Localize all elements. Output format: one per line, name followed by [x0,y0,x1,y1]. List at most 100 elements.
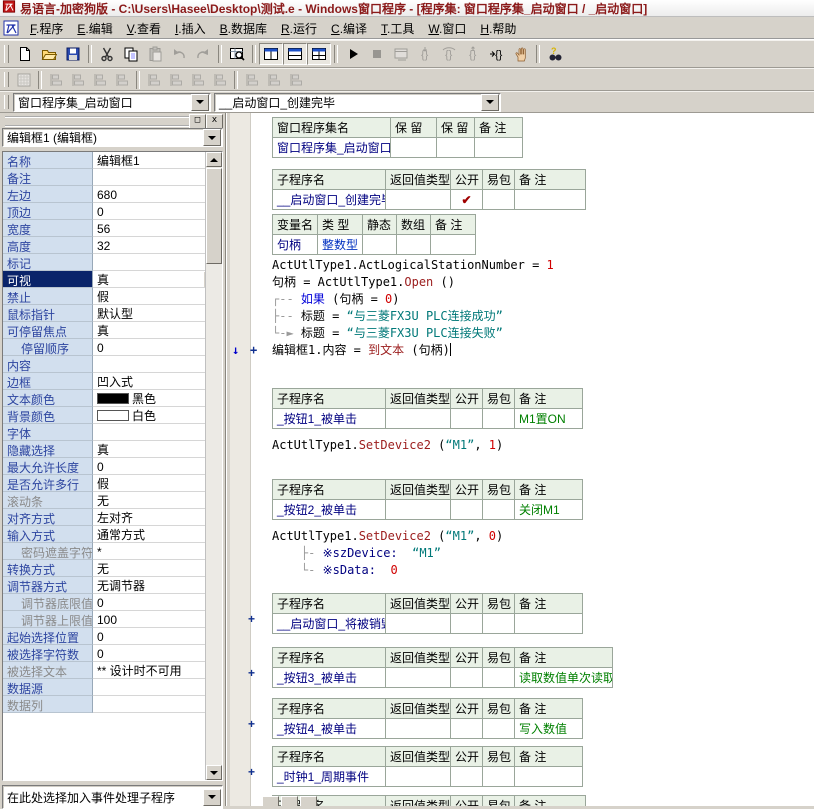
code-line[interactable]: ↓+编辑框1.内容 = 到文本 (句柄) [272,342,814,359]
table-row[interactable]: _时钟1_周期事件 [273,767,583,787]
table-cell[interactable] [386,190,451,210]
property-value[interactable]: 32 [93,237,222,254]
code-line[interactable]: ActUtlType1.ActLogicalStationNumber = 1 [272,257,814,274]
method-combo-dropdown[interactable] [481,94,499,111]
menu-item-w[interactable]: W.窗口 [421,17,473,40]
table-cell[interactable] [451,409,483,429]
table-cell[interactable] [451,719,483,739]
table-cell[interactable] [483,190,515,210]
property-value[interactable]: 0 [93,628,222,645]
code-line[interactable]: ├-- 标题 = “与三菱FX3U PLC连接成功” [272,308,814,325]
hscroll-thumb[interactable] [300,796,317,806]
fold-expand-mark[interactable]: + [250,342,257,359]
assembly-combo-dropdown[interactable] [191,94,209,111]
hscroll-right-button[interactable] [281,796,298,806]
fold-expand-mark[interactable]: + [248,612,255,626]
property-value[interactable]: 0 [93,203,222,220]
property-value[interactable]: 假 [93,475,222,492]
property-value[interactable]: 凹入式 [93,373,222,390]
table-cell[interactable]: _按钮3_被单击 [273,668,386,688]
layout-split-h-icon[interactable] [259,43,283,65]
property-value[interactable]: ** 设计时不可用 [93,662,222,679]
menu-item-b[interactable]: B.数据库 [213,17,274,40]
pause-hand-icon[interactable] [509,43,533,65]
table-cell[interactable] [431,235,476,255]
table-cell[interactable] [483,668,515,688]
table-cell[interactable] [483,614,515,634]
code-line[interactable]: ActUtlType1.SetDevice2 (“M1”, 1) [272,437,814,454]
sub-table-clock1[interactable]: +子程序名返回值类型公开易包备 注_时钟1_周期事件 [272,746,814,787]
toolbar-grip[interactable] [4,95,9,109]
table-row[interactable]: _按钮4_被单击写入数值 [273,719,583,739]
property-value[interactable]: 无 [93,492,222,509]
table-cell[interactable]: 句柄 [273,235,318,255]
code-button2[interactable]: ActUtlType1.SetDevice2 (“M1”, 0) ├- ※szD… [272,528,814,579]
property-value[interactable] [93,424,222,441]
property-value[interactable]: 编辑框1 [93,152,222,169]
table-cell[interactable] [475,138,523,158]
property-value[interactable] [93,254,222,271]
property-value[interactable]: 680 [93,186,222,203]
new-file-icon[interactable] [13,43,37,65]
copy-icon[interactable] [119,43,143,65]
assembly-combo[interactable]: 窗口程序集_启动窗口 [13,93,211,112]
assembly-table[interactable]: 窗口程序集名保 留保 留备 注窗口程序集_启动窗口 [272,117,814,158]
property-value[interactable]: 100 [93,611,222,628]
find-help-icon[interactable]: ? [543,43,567,65]
mdi-system-icon[interactable] [3,20,19,36]
code-line[interactable]: ┌-- 如果 (句柄 = 0) [272,291,814,308]
table-cell[interactable] [363,235,397,255]
scroll-thumb[interactable] [206,168,222,264]
event-handler-combo[interactable]: 在此处选择加入事件处理子程序 [2,785,223,809]
table-row[interactable]: __启动窗口_创建完毕✔ [273,190,586,210]
property-value[interactable]: 0 [93,458,222,475]
table-cell[interactable]: 整数型 [318,235,363,255]
menu-item-t[interactable]: T.工具 [374,17,421,40]
code-line[interactable]: ├- ※szDevice: “M1” [272,545,814,562]
table-cell[interactable]: 读取数值单次读取 [515,668,613,688]
table-cell[interactable]: __启动窗口_创建完毕 [273,190,386,210]
property-value[interactable]: 黑色 [93,390,222,407]
table-row[interactable]: 窗口程序集_启动窗口 [273,138,523,158]
browse-source-icon[interactable] [225,43,249,65]
table-cell[interactable] [515,190,586,210]
table-cell[interactable] [397,235,431,255]
dock-header[interactable]: □ x [0,113,225,127]
table-row[interactable]: _按钮2_被单击关闭M1 [273,500,583,520]
property-value[interactable] [93,696,222,713]
table-cell[interactable]: 窗口程序集_启动窗口 [273,138,391,158]
property-value[interactable]: 0 [93,339,222,356]
menu-item-f[interactable]: F.程序 [23,17,70,40]
dock-close-button[interactable]: x [206,114,223,129]
table-cell[interactable] [451,668,483,688]
property-value[interactable]: 无调节器 [93,577,222,594]
insert-breakpoint-icon[interactable]: {} [485,43,509,65]
sub-table-will-destroy[interactable]: +子程序名返回值类型公开易包备 注__启动窗口_将被销毁 [272,593,814,634]
property-grid-scrollbar[interactable] [205,152,222,780]
dock-maximize-button[interactable]: □ [189,114,206,129]
code-line[interactable]: 句柄 = ActUtlType1.Open () [272,274,814,291]
table-cell[interactable] [386,767,451,787]
menu-item-v[interactable]: V.查看 [120,17,168,40]
table-cell[interactable]: _时钟1_周期事件 [273,767,386,787]
code-create-finished[interactable]: ActUtlType1.ActLogicalStationNumber = 1句… [272,257,814,359]
table-cell[interactable]: __启动窗口_将被销毁 [273,614,386,634]
sub-table-button1[interactable]: 子程序名返回值类型公开易包备 注_按钮1_被单击M1置ON [272,388,814,429]
property-value[interactable]: 56 [93,220,222,237]
table-cell[interactable] [451,500,483,520]
table-cell[interactable]: _按钮1_被单击 [273,409,386,429]
horizontal-scrollbar[interactable] [262,796,317,806]
layout-split-v-icon[interactable] [283,43,307,65]
toolbar-grip[interactable] [4,45,9,63]
menu-item-e[interactable]: E.编辑 [70,17,119,40]
fold-expand-mark[interactable]: + [248,765,255,779]
table-row[interactable]: _按钮3_被单击 读取数值单次读取 [273,668,613,688]
table-cell[interactable] [483,767,515,787]
code-line[interactable]: └-► 标题 = “与三菱FX3U PLC连接失败” [272,325,814,342]
dock-drag-handle[interactable] [5,116,189,127]
menu-item-h[interactable]: H.帮助 [473,17,523,40]
table-cell[interactable] [515,614,583,634]
table-row[interactable]: __启动窗口_将被销毁 [273,614,583,634]
cut-icon[interactable] [95,43,119,65]
scroll-down-button[interactable] [206,765,222,780]
